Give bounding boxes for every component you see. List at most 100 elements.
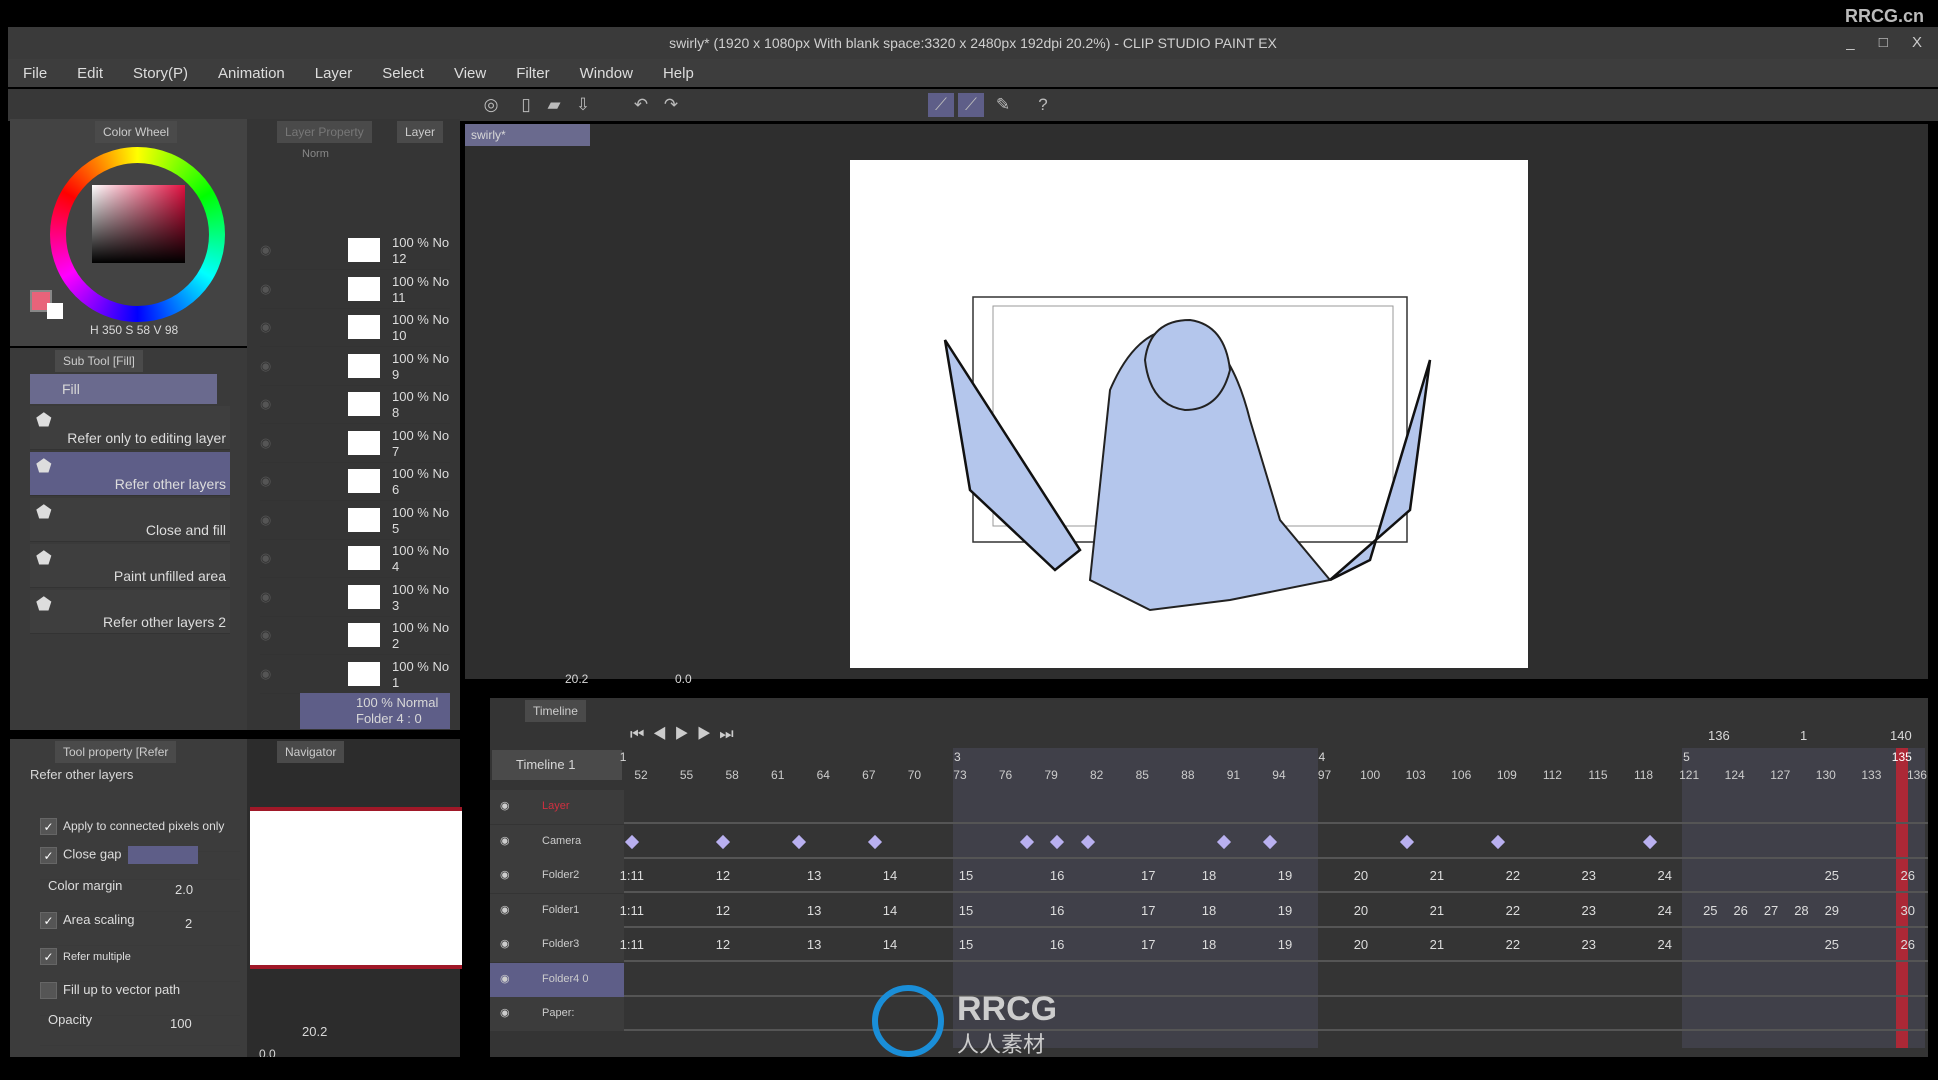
cel-number[interactable]: 20 [1354, 937, 1368, 952]
cel-number[interactable]: 21 [1430, 903, 1444, 918]
cel-number[interactable]: 21 [1430, 937, 1444, 952]
eye-icon[interactable]: ◉ [500, 1006, 510, 1019]
eye-icon[interactable]: ◉ [500, 868, 510, 881]
eye-icon[interactable]: ◉ [500, 834, 510, 847]
canvas-zoom[interactable]: 20.2 [565, 672, 588, 686]
app-icon[interactable]: ◎ [478, 93, 504, 117]
tab-timeline[interactable]: Timeline [525, 700, 586, 722]
saturation-value-square[interactable] [92, 185, 185, 263]
camera-keyframe[interactable] [867, 834, 882, 849]
cel-number[interactable]: 23 [1582, 868, 1596, 883]
color-margin-option[interactable]: Color margin 2.0 [40, 878, 240, 912]
cel-number[interactable]: 1:11 [620, 937, 644, 952]
cel-number[interactable]: 15 [959, 868, 973, 883]
pen-icon[interactable]: ✎ [990, 93, 1016, 117]
timeline-track[interactable]: ◉ Folder1 1:11 12 13 14 15 16 17 18 19 20 21 22 23 24 25… [490, 893, 1928, 928]
open-icon[interactable]: ▰ [541, 93, 567, 117]
save-icon[interactable]: ⇩ [570, 93, 596, 117]
playback-controls[interactable]: ⏮◀▶▶⏭ [630, 726, 742, 744]
eye-icon[interactable]: ◉ [260, 242, 271, 258]
navigator-preview[interactable] [250, 807, 462, 969]
eye-icon[interactable]: ◉ [260, 550, 271, 566]
eye-icon[interactable]: ◉ [260, 666, 271, 682]
cel-number[interactable]: 13 [807, 868, 821, 883]
canvas-angle[interactable]: 0.0 [675, 672, 692, 686]
cel-number[interactable]: 13 [807, 937, 821, 952]
gap-size-selector[interactable] [127, 846, 198, 864]
tab-sub-tool[interactable]: Sub Tool [Fill] [55, 350, 143, 372]
timeline-track[interactable]: ◉ Folder4 0 [490, 962, 1928, 997]
menu-storyp[interactable]: Story(P) [118, 65, 203, 82]
cel-number[interactable]: 1:11 [620, 868, 644, 883]
camera-keyframe[interactable] [1642, 834, 1657, 849]
cel-number[interactable]: 24 [1657, 868, 1671, 883]
document-tab[interactable]: swirly* [465, 124, 590, 146]
close-gap-option[interactable]: ✓ Close gap [40, 846, 240, 880]
eye-icon[interactable]: ◉ [260, 396, 271, 412]
cel-number[interactable]: 20 [1354, 868, 1368, 883]
cel-number[interactable]: 30 [1901, 903, 1915, 918]
cel-number[interactable]: 27 [1764, 903, 1778, 918]
cel-number[interactable]: 26 [1901, 868, 1915, 883]
cel-number[interactable]: 12 [716, 937, 730, 952]
menu-layer[interactable]: Layer [300, 65, 368, 82]
cel-number[interactable]: 18 [1202, 903, 1216, 918]
value[interactable]: 2 [185, 916, 192, 931]
eye-icon[interactable]: ◉ [260, 627, 271, 643]
camera-keyframe[interactable] [1050, 834, 1065, 849]
cel-number[interactable]: 24 [1657, 937, 1671, 952]
timeline-track[interactable]: ◉ Layer [490, 790, 1928, 824]
cel-number[interactable]: 22 [1506, 868, 1520, 883]
cel-number[interactable]: 14 [883, 937, 897, 952]
cel-number[interactable]: 17 [1141, 903, 1155, 918]
cel-number[interactable]: 15 [959, 937, 973, 952]
opacity-option[interactable]: Opacity 100 [40, 1012, 240, 1046]
layer-row[interactable]: ◉ 100 % No 4 [260, 540, 450, 578]
eye-icon[interactable]: ◉ [500, 799, 510, 812]
track-label[interactable]: ◉ Folder4 0 [490, 962, 624, 997]
layer-row[interactable]: ◉ 100 % No 6 [260, 463, 450, 501]
cel-number[interactable]: 23 [1582, 903, 1596, 918]
cel-number[interactable]: 19 [1278, 868, 1292, 883]
tab-layer-property[interactable]: Layer Property [277, 121, 372, 143]
value[interactable]: 100 [170, 1016, 192, 1031]
eye-icon[interactable]: ◉ [260, 512, 271, 528]
cel-number[interactable]: 19 [1278, 903, 1292, 918]
menu-window[interactable]: Window [565, 65, 648, 82]
cel-number[interactable]: 26 [1901, 937, 1915, 952]
cel-number[interactable]: 12 [716, 903, 730, 918]
tab-navigator[interactable]: Navigator [277, 741, 345, 763]
sub-tool-group-fill[interactable]: Fill [30, 374, 217, 404]
camera-keyframe[interactable] [1217, 834, 1232, 849]
cel-number[interactable]: 12 [716, 868, 730, 883]
camera-keyframe[interactable] [1490, 834, 1505, 849]
cel-number[interactable]: 13 [807, 903, 821, 918]
cel-number[interactable]: 29 [1825, 903, 1839, 918]
camera-keyframe[interactable] [1019, 834, 1034, 849]
checkbox[interactable]: ✓ [40, 846, 57, 864]
value[interactable]: 2.0 [175, 882, 193, 897]
layer-row[interactable]: ◉ 100 % No 9 [260, 348, 450, 386]
eye-icon[interactable]: ◉ [260, 435, 271, 451]
area-scaling-option[interactable]: ✓ Area scaling 2 [40, 912, 240, 946]
camera-keyframe[interactable] [1080, 834, 1095, 849]
cel-number[interactable]: 16 [1050, 937, 1064, 952]
camera-keyframe[interactable] [715, 834, 731, 849]
cel-number[interactable]: 14 [883, 903, 897, 918]
snap-special-icon[interactable]: ⟋ [958, 93, 984, 117]
sub-tool-item[interactable]: ⬟ Refer only to editing layer [30, 406, 230, 450]
cel-number[interactable]: 24 [1657, 903, 1671, 918]
camera-keyframe[interactable] [624, 834, 639, 849]
cel-number[interactable]: 15 [959, 903, 973, 918]
camera-keyframe[interactable] [1399, 834, 1414, 849]
layer-row[interactable]: ◉ 100 % No 12 [260, 232, 450, 270]
eye-icon[interactable]: ◉ [500, 937, 510, 950]
cel-number[interactable]: 23 [1582, 937, 1596, 952]
timeline-track[interactable]: ◉ Folder2 1:11 12 13 14 15 16 17 18 19 20 21 22 23 24 25… [490, 859, 1928, 893]
snap-ruler-icon[interactable]: ⟋ [928, 93, 954, 117]
layer-row[interactable]: ◉ 100 % No 8 [260, 386, 450, 424]
layer-row[interactable]: ◉ 100 % No 10 [260, 309, 450, 347]
menu-help[interactable]: Help [648, 65, 709, 82]
menu-edit[interactable]: Edit [62, 65, 118, 82]
layer-row[interactable]: ◉ 100 % No 11 [260, 271, 450, 309]
